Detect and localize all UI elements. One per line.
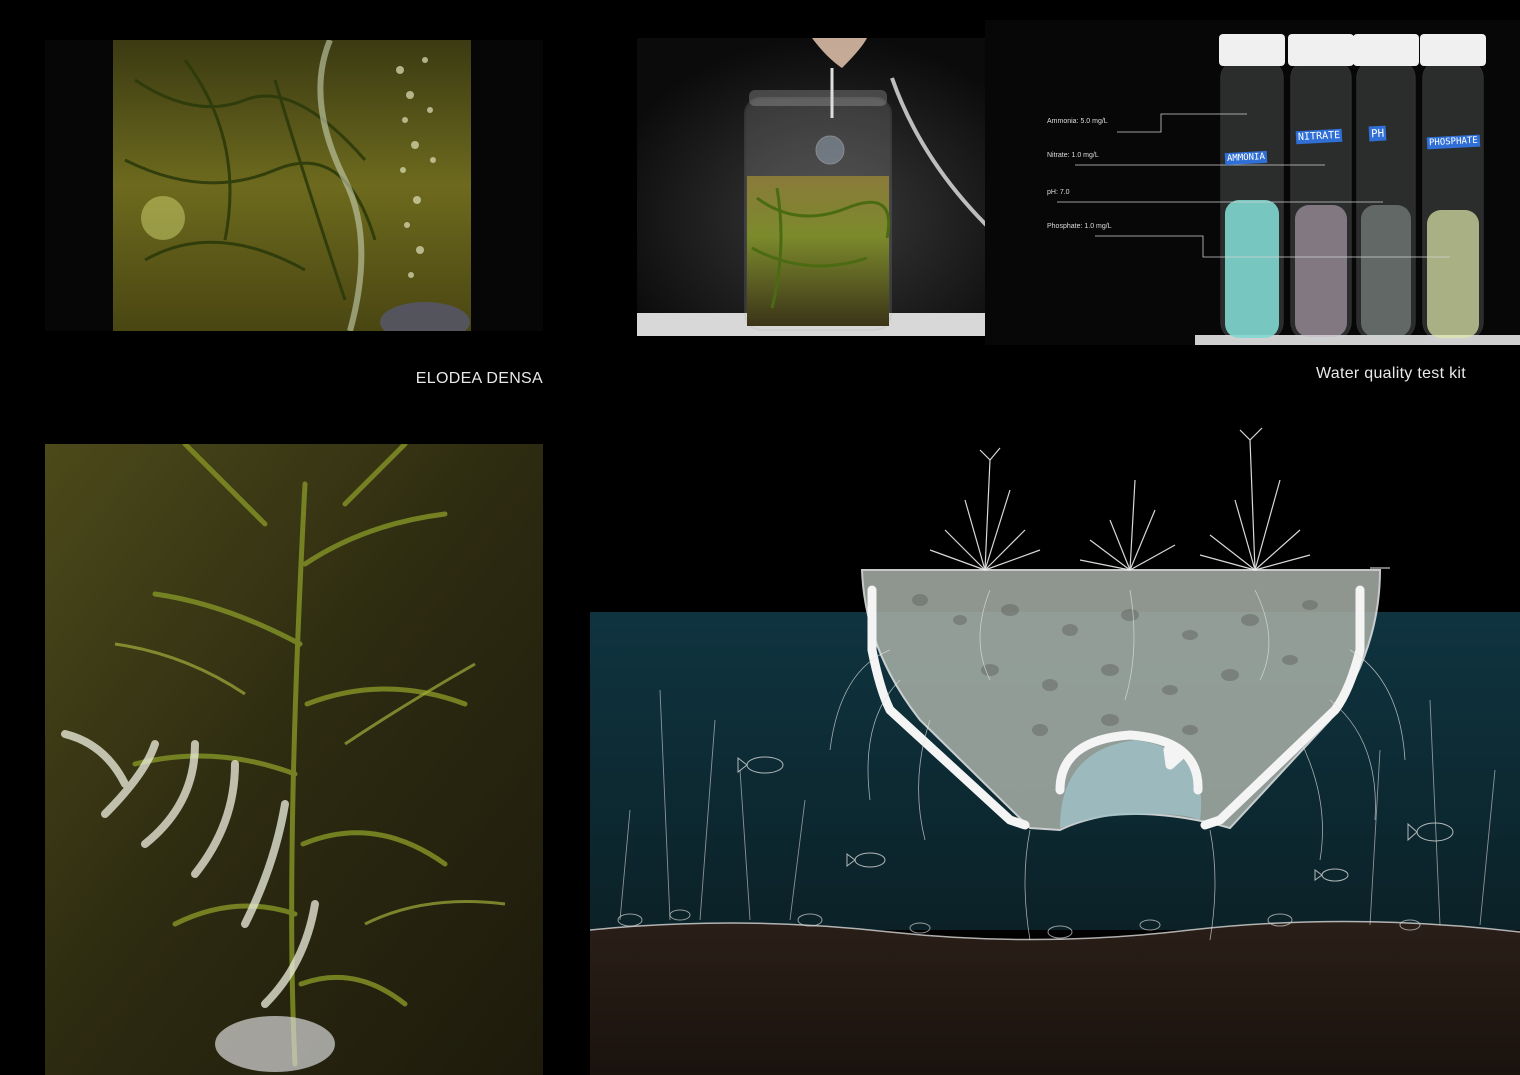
phosphate-reading: Phosphate: 1.0 mg/L (1047, 223, 1112, 230)
plant-closeup-photo (45, 444, 543, 1075)
tube-label-ammonia: AMMONIA (1224, 150, 1268, 166)
floating-wetland-section-diagram (590, 420, 1520, 1075)
elodea-caption: ELODEA DENSA (415, 370, 543, 387)
tube-label-nitrate: NITRATE (1295, 128, 1343, 145)
test-kit-photo: Ammonia: 5.0 mg/L Nitrate: 1.0 mg/L pH: … (985, 20, 1520, 345)
soil-layer (590, 921, 1520, 1075)
tube-label-ph: PH (1368, 125, 1387, 142)
test-tube-nitrate (1288, 34, 1354, 341)
nitrate-reading: Nitrate: 1.0 mg/L (1047, 152, 1099, 159)
ph-reading: pH: 7.0 (1047, 189, 1070, 196)
test-tube-phosphate (1420, 34, 1486, 341)
elodea-photo (45, 40, 543, 331)
ammonia-reading: Ammonia: 5.0 mg/L (1047, 118, 1108, 125)
test-kit-caption: Water quality test kit (1315, 365, 1466, 382)
test-tube-ph (1353, 34, 1419, 341)
jar-photo (637, 38, 1022, 336)
test-tube-ammonia (1219, 34, 1285, 341)
